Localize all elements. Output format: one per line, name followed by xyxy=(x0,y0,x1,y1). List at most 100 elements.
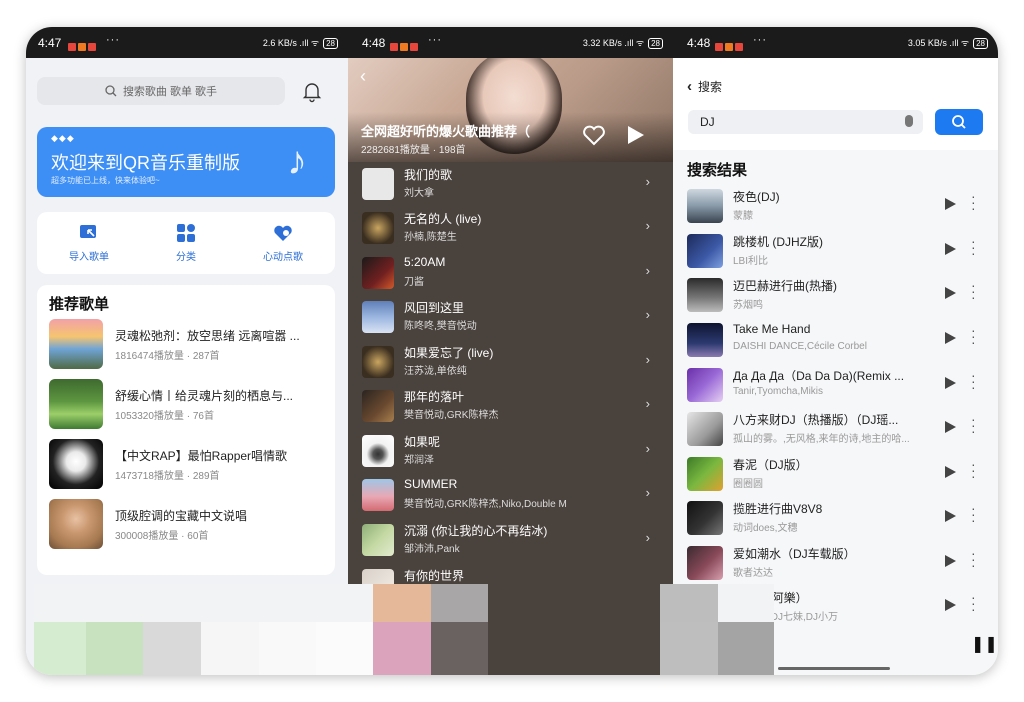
search-input[interactable]: DJ xyxy=(688,110,923,134)
more-vertical-icon[interactable]: · · · xyxy=(971,278,977,304)
song-row[interactable]: SUMMER 樊音悦动,GRK陈梓杰,Niko,Double M › xyxy=(362,473,662,517)
playlist-cover xyxy=(49,379,103,429)
more-vertical-icon[interactable]: · · · xyxy=(971,189,977,215)
chevron-right-icon: › xyxy=(645,396,650,411)
play-icon[interactable] xyxy=(945,599,956,611)
song-cover xyxy=(362,168,394,200)
song-artist: 刀酱 xyxy=(404,277,424,288)
song-row[interactable]: 那年的落叶 樊音悦动,GRK陈梓杰 › xyxy=(362,384,662,428)
more-vertical-icon[interactable]: · · · xyxy=(971,501,977,527)
back-button[interactable]: ‹ 搜索 xyxy=(687,78,722,95)
microphone-icon[interactable] xyxy=(905,115,913,127)
playlist-cover xyxy=(49,319,103,369)
play-icon[interactable] xyxy=(945,243,956,255)
song-artist: 刘大拿 xyxy=(404,188,434,199)
song-title: Да Да Да（Da Da Da)(Remix ... xyxy=(733,369,905,383)
search-input[interactable]: 搜索歌曲 歌单 歌手 xyxy=(37,77,285,105)
song-row[interactable]: 揽胜进行曲V8V8 动词does,文穗 · · · xyxy=(687,497,987,541)
song-row[interactable]: 5:20AM 刀酱 › xyxy=(362,251,662,295)
play-icon[interactable] xyxy=(945,198,956,210)
song-row[interactable]: 如果爱忘了 (live) 汪苏泷,单依纯 › xyxy=(362,340,662,384)
song-artist: 苏烟鸣 xyxy=(733,300,763,311)
bell-icon[interactable] xyxy=(302,81,322,103)
pause-icon[interactable]: ❚❚ xyxy=(971,634,998,654)
welcome-banner[interactable]: ◆◆◆ 欢迎来到QR音乐重制版 超多功能已上线，快来体验吧~ ♪ xyxy=(37,127,335,197)
song-row[interactable]: Take Me Hand DAISHI DANCE,Cécile Corbel … xyxy=(687,319,987,363)
play-icon[interactable] xyxy=(945,421,956,433)
song-title: 无名的人 (live) xyxy=(404,212,482,226)
playlist-meta: 1053320播放量 · 76首 xyxy=(115,411,214,422)
song-row[interactable]: 如果呢 郑润泽 › xyxy=(362,429,662,473)
playlist-detail-screen: 4:48 ··· 3.32 KB/s .ıll ᯤ 28 ‹ 全网超好听的爆火歌曲… xyxy=(348,27,673,675)
home-screen: 4:47 ··· 2.6 KB/s .ıll ᯤ 28 搜索歌曲 歌单 歌手 ◆◆… xyxy=(26,27,348,675)
more-notifications: ··· xyxy=(106,34,120,46)
grid-icon xyxy=(177,224,195,242)
song-row[interactable]: 爱如潮水（DJ车载版） 歌者达达 · · · xyxy=(687,542,987,586)
more-vertical-icon[interactable]: · · · xyxy=(971,590,977,616)
song-row[interactable]: 风回到这里 陈咚咚,樊音悦动 › xyxy=(362,295,662,339)
song-row[interactable]: 八方来财DJ（热播版）（DJ瑶... 孤山的雾。,无风格,来年的诗,地主的哈..… xyxy=(687,408,987,452)
playlist-meta: 300008播放量 · 60首 xyxy=(115,531,209,542)
playlist-item[interactable]: 舒缓心情丨给灵魂片刻的栖息与... 1053320播放量 · 76首 xyxy=(49,379,329,431)
play-all-icon[interactable] xyxy=(628,126,644,144)
song-artist: 蒙朦 xyxy=(733,211,753,222)
search-placeholder: 搜索歌曲 歌单 歌手 xyxy=(122,86,218,98)
chevron-right-icon: › xyxy=(645,530,650,545)
song-row[interactable]: 我们的歌 刘大拿 › xyxy=(362,162,662,206)
play-icon[interactable] xyxy=(945,287,956,299)
heart-song-label: 心动点歌 xyxy=(263,252,303,263)
song-cover xyxy=(687,368,723,402)
song-title: 我们的歌 xyxy=(404,168,453,182)
battery-icon: 28 xyxy=(323,38,338,49)
song-row[interactable]: 无名的人 (live) 孙楠,陈楚生 › xyxy=(362,206,662,250)
song-cover xyxy=(687,234,723,268)
heart-song-button[interactable]: 心动点歌 xyxy=(243,224,323,263)
more-vertical-icon[interactable]: · · · xyxy=(971,546,977,572)
playlist-item[interactable]: 顶级腔调的宝藏中文说唱 300008播放量 · 60首 xyxy=(49,499,329,551)
more-vertical-icon[interactable]: · · · xyxy=(971,412,977,438)
heart-like-icon xyxy=(274,225,292,241)
play-icon[interactable] xyxy=(945,377,956,389)
search-button[interactable] xyxy=(935,109,983,135)
heart-icon[interactable] xyxy=(582,124,606,146)
song-artist: 樊音悦动,GRK陈梓杰,Niko,Double M xyxy=(404,499,567,510)
chevron-right-icon: › xyxy=(645,307,650,322)
play-icon[interactable] xyxy=(945,510,956,522)
song-row[interactable]: 跳楼机 (DJHZ版) LBI利比 · · · xyxy=(687,230,987,274)
back-arrow-icon[interactable]: ‹ xyxy=(360,66,366,87)
song-artist: 陈咚咚,樊音悦动 xyxy=(404,321,477,332)
song-title: 迈巴赫进行曲(热播) xyxy=(733,279,837,293)
playlist-item[interactable]: 【中文RAP】最怕Rapper唱情歌 1473718播放量 · 289首 xyxy=(49,439,329,491)
import-playlist-button[interactable]: 导入歌单 xyxy=(49,224,129,263)
song-title: 跳楼机 (DJHZ版) xyxy=(733,235,823,249)
results-title: 搜索结果 xyxy=(687,162,748,179)
category-button[interactable]: 分类 xyxy=(146,224,226,263)
music-note-icon: ♪ xyxy=(287,139,307,183)
play-icon[interactable] xyxy=(945,466,956,478)
song-artist: 孙楠,陈楚生 xyxy=(404,232,457,243)
song-row[interactable]: 夜色(DJ) 蒙朦 · · · xyxy=(687,185,987,229)
song-title: SUMMER xyxy=(404,477,458,491)
song-artist: 圈圈圆 xyxy=(733,479,763,490)
song-title: 沉溺 (你让我的心不再结冰) xyxy=(404,524,548,538)
more-vertical-icon[interactable]: · · · xyxy=(971,368,977,394)
more-vertical-icon[interactable]: · · · xyxy=(971,457,977,483)
song-row[interactable]: Да Да Да（Da Da Da)(Remix ... Tanir,Tyomc… xyxy=(687,364,987,408)
screenshot-frame: 4:47 ··· 2.6 KB/s .ıll ᯤ 28 搜索歌曲 歌单 歌手 ◆◆… xyxy=(26,27,998,675)
play-icon[interactable] xyxy=(945,332,956,344)
banner-title: 欢迎来到QR音乐重制版 xyxy=(51,153,240,173)
song-row[interactable]: 沉溺 (你让我的心不再结冰) 邹沛沛,Pank › xyxy=(362,518,662,562)
song-artist: 樊音悦动,GRK陈梓杰 xyxy=(404,410,499,421)
song-row[interactable]: 春泥（DJ版） 圈圈圆 · · · xyxy=(687,453,987,497)
song-artist: DAISHI DANCE,Cécile Corbel xyxy=(733,341,867,352)
song-cover xyxy=(687,457,723,491)
search-query: DJ xyxy=(700,115,715,129)
song-row[interactable]: 迈巴赫进行曲(热播) 苏烟鸣 · · · xyxy=(687,274,987,318)
song-artist: 汪苏泷,单依纯 xyxy=(404,366,467,377)
search-icon xyxy=(952,115,966,129)
play-icon[interactable] xyxy=(945,555,956,567)
more-vertical-icon[interactable]: · · · xyxy=(971,323,977,349)
more-vertical-icon[interactable]: · · · xyxy=(971,234,977,260)
status-right: 3.05 KB/s .ıll ᯤ 28 xyxy=(908,36,988,49)
playlist-item[interactable]: 灵魂松弛剂：放空思绪 远离喧嚣 ... 1816474播放量 · 287首 xyxy=(49,319,329,371)
